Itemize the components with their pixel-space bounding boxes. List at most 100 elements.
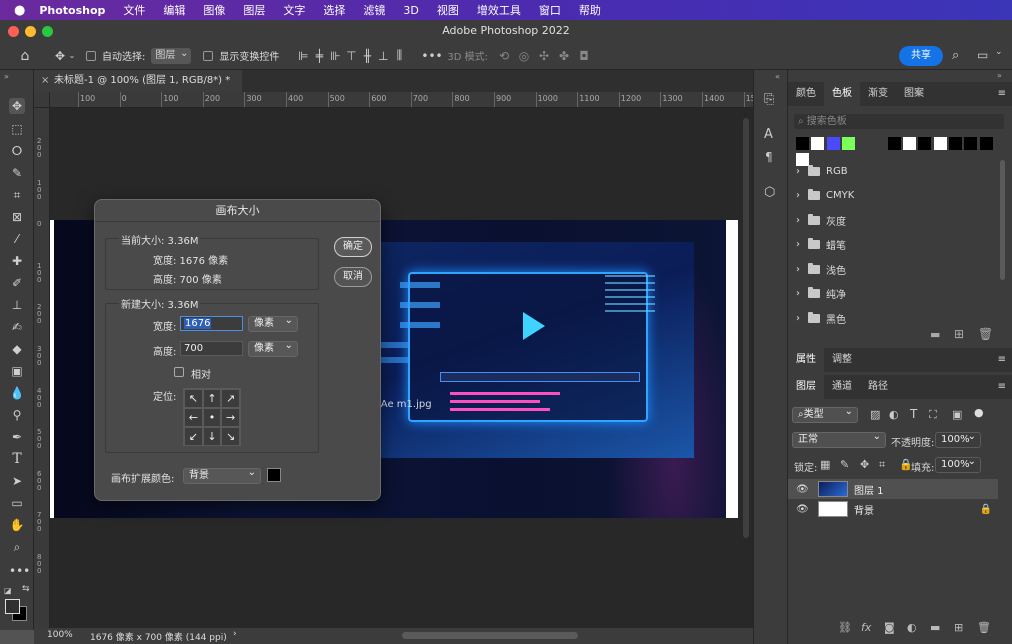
width-unit-dropdown[interactable]: 像素 [248, 314, 298, 332]
default-colors-icon[interactable]: ◪ [4, 586, 12, 595]
3d-panel-icon[interactable]: ⬡ [764, 185, 775, 200]
layer-row-background[interactable]: 👁 背景 🔒 [788, 499, 998, 519]
frame-tool-icon[interactable]: ⊠ [9, 209, 25, 225]
filter-smart-object-icon[interactable]: ▣ [952, 408, 962, 421]
group-icon[interactable]: ▬ [930, 621, 940, 634]
delete-icon[interactable]: 🗑 [978, 327, 993, 341]
apple-icon[interactable]: ● [14, 3, 25, 18]
paragraph-panel-icon[interactable]: ¶ [765, 150, 773, 164]
dodge-tool-icon[interactable]: ⚲ [9, 407, 25, 423]
quick-select-tool-icon[interactable]: ✎ [9, 165, 25, 181]
swatch-group-rgb[interactable]: › RGB [788, 159, 998, 184]
color-swatch[interactable] [948, 137, 962, 150]
swatch-group-light[interactable]: › 浅色 [788, 257, 998, 282]
blur-tool-icon[interactable]: 💧 [9, 385, 25, 401]
filter-pixel-icon[interactable]: ▨ [870, 408, 880, 421]
lock-paint-icon[interactable]: ✎ [840, 458, 849, 471]
color-swatch[interactable] [964, 137, 978, 150]
anchor-top[interactable]: ↑ [202, 389, 222, 408]
rectangle-tool-icon[interactable]: ▭ [9, 495, 25, 511]
move-tool-icon[interactable]: ✥ [52, 49, 68, 63]
search-icon[interactable]: ⌕ [952, 48, 959, 63]
color-swatch[interactable] [887, 137, 901, 150]
close-window-button[interactable] [8, 26, 19, 37]
chevron-right-icon[interactable]: › [233, 629, 237, 639]
height-unit-dropdown[interactable]: 像素 [248, 339, 298, 357]
align-center-h-icon[interactable]: ╪ [311, 49, 327, 63]
close-tab-icon[interactable]: × [41, 70, 49, 92]
menu-image[interactable]: 图像 [203, 2, 225, 18]
panel-menu-icon[interactable]: ≡ [990, 375, 1012, 399]
menu-layer[interactable]: 图层 [243, 2, 265, 18]
ok-button[interactable]: 确定 [334, 237, 372, 257]
color-swatch[interactable] [918, 137, 932, 150]
extension-color-dropdown[interactable]: 背景 [183, 466, 261, 484]
menu-filter[interactable]: 滤镜 [363, 2, 385, 18]
eyedropper-tool-icon[interactable]: ⁄ [9, 231, 25, 247]
swatch-scrollbar[interactable] [1000, 160, 1005, 280]
color-swatch[interactable] [903, 137, 917, 150]
brush-tool-icon[interactable]: ✐ [9, 275, 25, 291]
mask-icon[interactable]: ◙ [884, 621, 895, 634]
color-swatch[interactable] [796, 137, 809, 150]
tab-adjustments[interactable]: 调整 [824, 348, 860, 372]
menu-window[interactable]: 窗口 [539, 2, 561, 18]
move-tool-icon[interactable]: ✥ [9, 98, 25, 114]
tab-patterns[interactable]: 图案 [896, 82, 932, 106]
zoom-level[interactable]: 100% [47, 630, 73, 640]
new-group-icon[interactable]: ▬ [930, 328, 940, 341]
swatch-group-gray[interactable]: › 灰度 [788, 208, 998, 233]
menu-view[interactable]: 视图 [437, 2, 459, 18]
clone-stamp-tool-icon[interactable]: ⊥ [9, 297, 25, 313]
relative-checkbox[interactable] [174, 367, 184, 377]
anchor-top-left[interactable]: ↖ [184, 389, 203, 408]
home-icon[interactable]: ⌂ [16, 48, 34, 64]
link-icon[interactable]: ⛓ [838, 621, 852, 634]
share-button[interactable]: 共享 [899, 46, 943, 66]
tab-color[interactable]: 颜色 [788, 82, 824, 106]
extension-color-swatch[interactable] [267, 468, 281, 482]
zoom-tool-icon[interactable]: ⌕ [9, 539, 25, 555]
swatch-group-dark[interactable]: › 黑色 [788, 306, 998, 331]
type-tool-icon[interactable]: T [9, 451, 25, 467]
swap-colors-icon[interactable]: ⇆ [22, 584, 30, 594]
chevron-down-icon[interactable]: ⌄ [68, 51, 76, 60]
align-bottom-icon[interactable]: ⊥ [375, 49, 391, 63]
menu-type[interactable]: 文字 [283, 2, 305, 18]
workspace-icon[interactable]: ▭ [977, 48, 988, 62]
show-transform-checkbox[interactable] [203, 50, 214, 61]
new-layer-icon[interactable]: ⊞ [954, 621, 963, 634]
tab-paths[interactable]: 路径 [860, 375, 896, 399]
expand-icon[interactable]: » [4, 72, 9, 81]
layer-row-layer1[interactable]: 👁 图层 1 [788, 479, 998, 499]
layer-name[interactable]: 背景 [854, 502, 874, 517]
color-swatch[interactable] [857, 137, 871, 150]
pen-tool-icon[interactable]: ✒ [9, 429, 25, 445]
menu-help[interactable]: 帮助 [579, 2, 601, 18]
fill-input[interactable]: 100% [935, 455, 981, 473]
eye-icon[interactable]: 👁 [796, 504, 810, 515]
anchor-center[interactable]: • [202, 408, 222, 427]
align-middle-icon[interactable]: ╫ [359, 49, 375, 63]
filter-type-icon[interactable]: T [910, 407, 917, 421]
height-input[interactable]: 700 [180, 341, 243, 356]
panel-menu-icon[interactable]: ≡ [990, 348, 1012, 372]
lasso-tool-icon[interactable]: ⵔ [9, 143, 25, 159]
layer-kind-filter[interactable]: ⌕类型 [792, 405, 858, 423]
align-top-icon[interactable]: ⊤ [343, 49, 359, 63]
menu-file[interactable]: 文件 [123, 2, 145, 18]
lock-position-icon[interactable]: ✥ [860, 458, 869, 471]
lock-artboard-icon[interactable]: ⌗ [879, 458, 885, 472]
history-panel-icon[interactable]: ⎘ [764, 92, 774, 107]
tab-layers[interactable]: 图层 [788, 375, 824, 399]
tab-swatches[interactable]: 色板 [824, 82, 860, 106]
distribute-icon[interactable]: ⫼ [391, 48, 407, 63]
lock-pixels-icon[interactable]: ▦ [820, 458, 830, 471]
tab-channels[interactable]: 通道 [824, 375, 860, 399]
minimize-window-button[interactable] [25, 26, 36, 37]
expand-icon[interactable]: « [775, 72, 780, 81]
document-tab[interactable]: × 未标题-1 @ 100% (图层 1, RGB/8*) * [34, 70, 242, 92]
color-swatch[interactable] [811, 137, 825, 150]
healing-brush-tool-icon[interactable]: ✚ [9, 253, 25, 269]
delete-icon[interactable]: 🗑 [977, 621, 991, 634]
